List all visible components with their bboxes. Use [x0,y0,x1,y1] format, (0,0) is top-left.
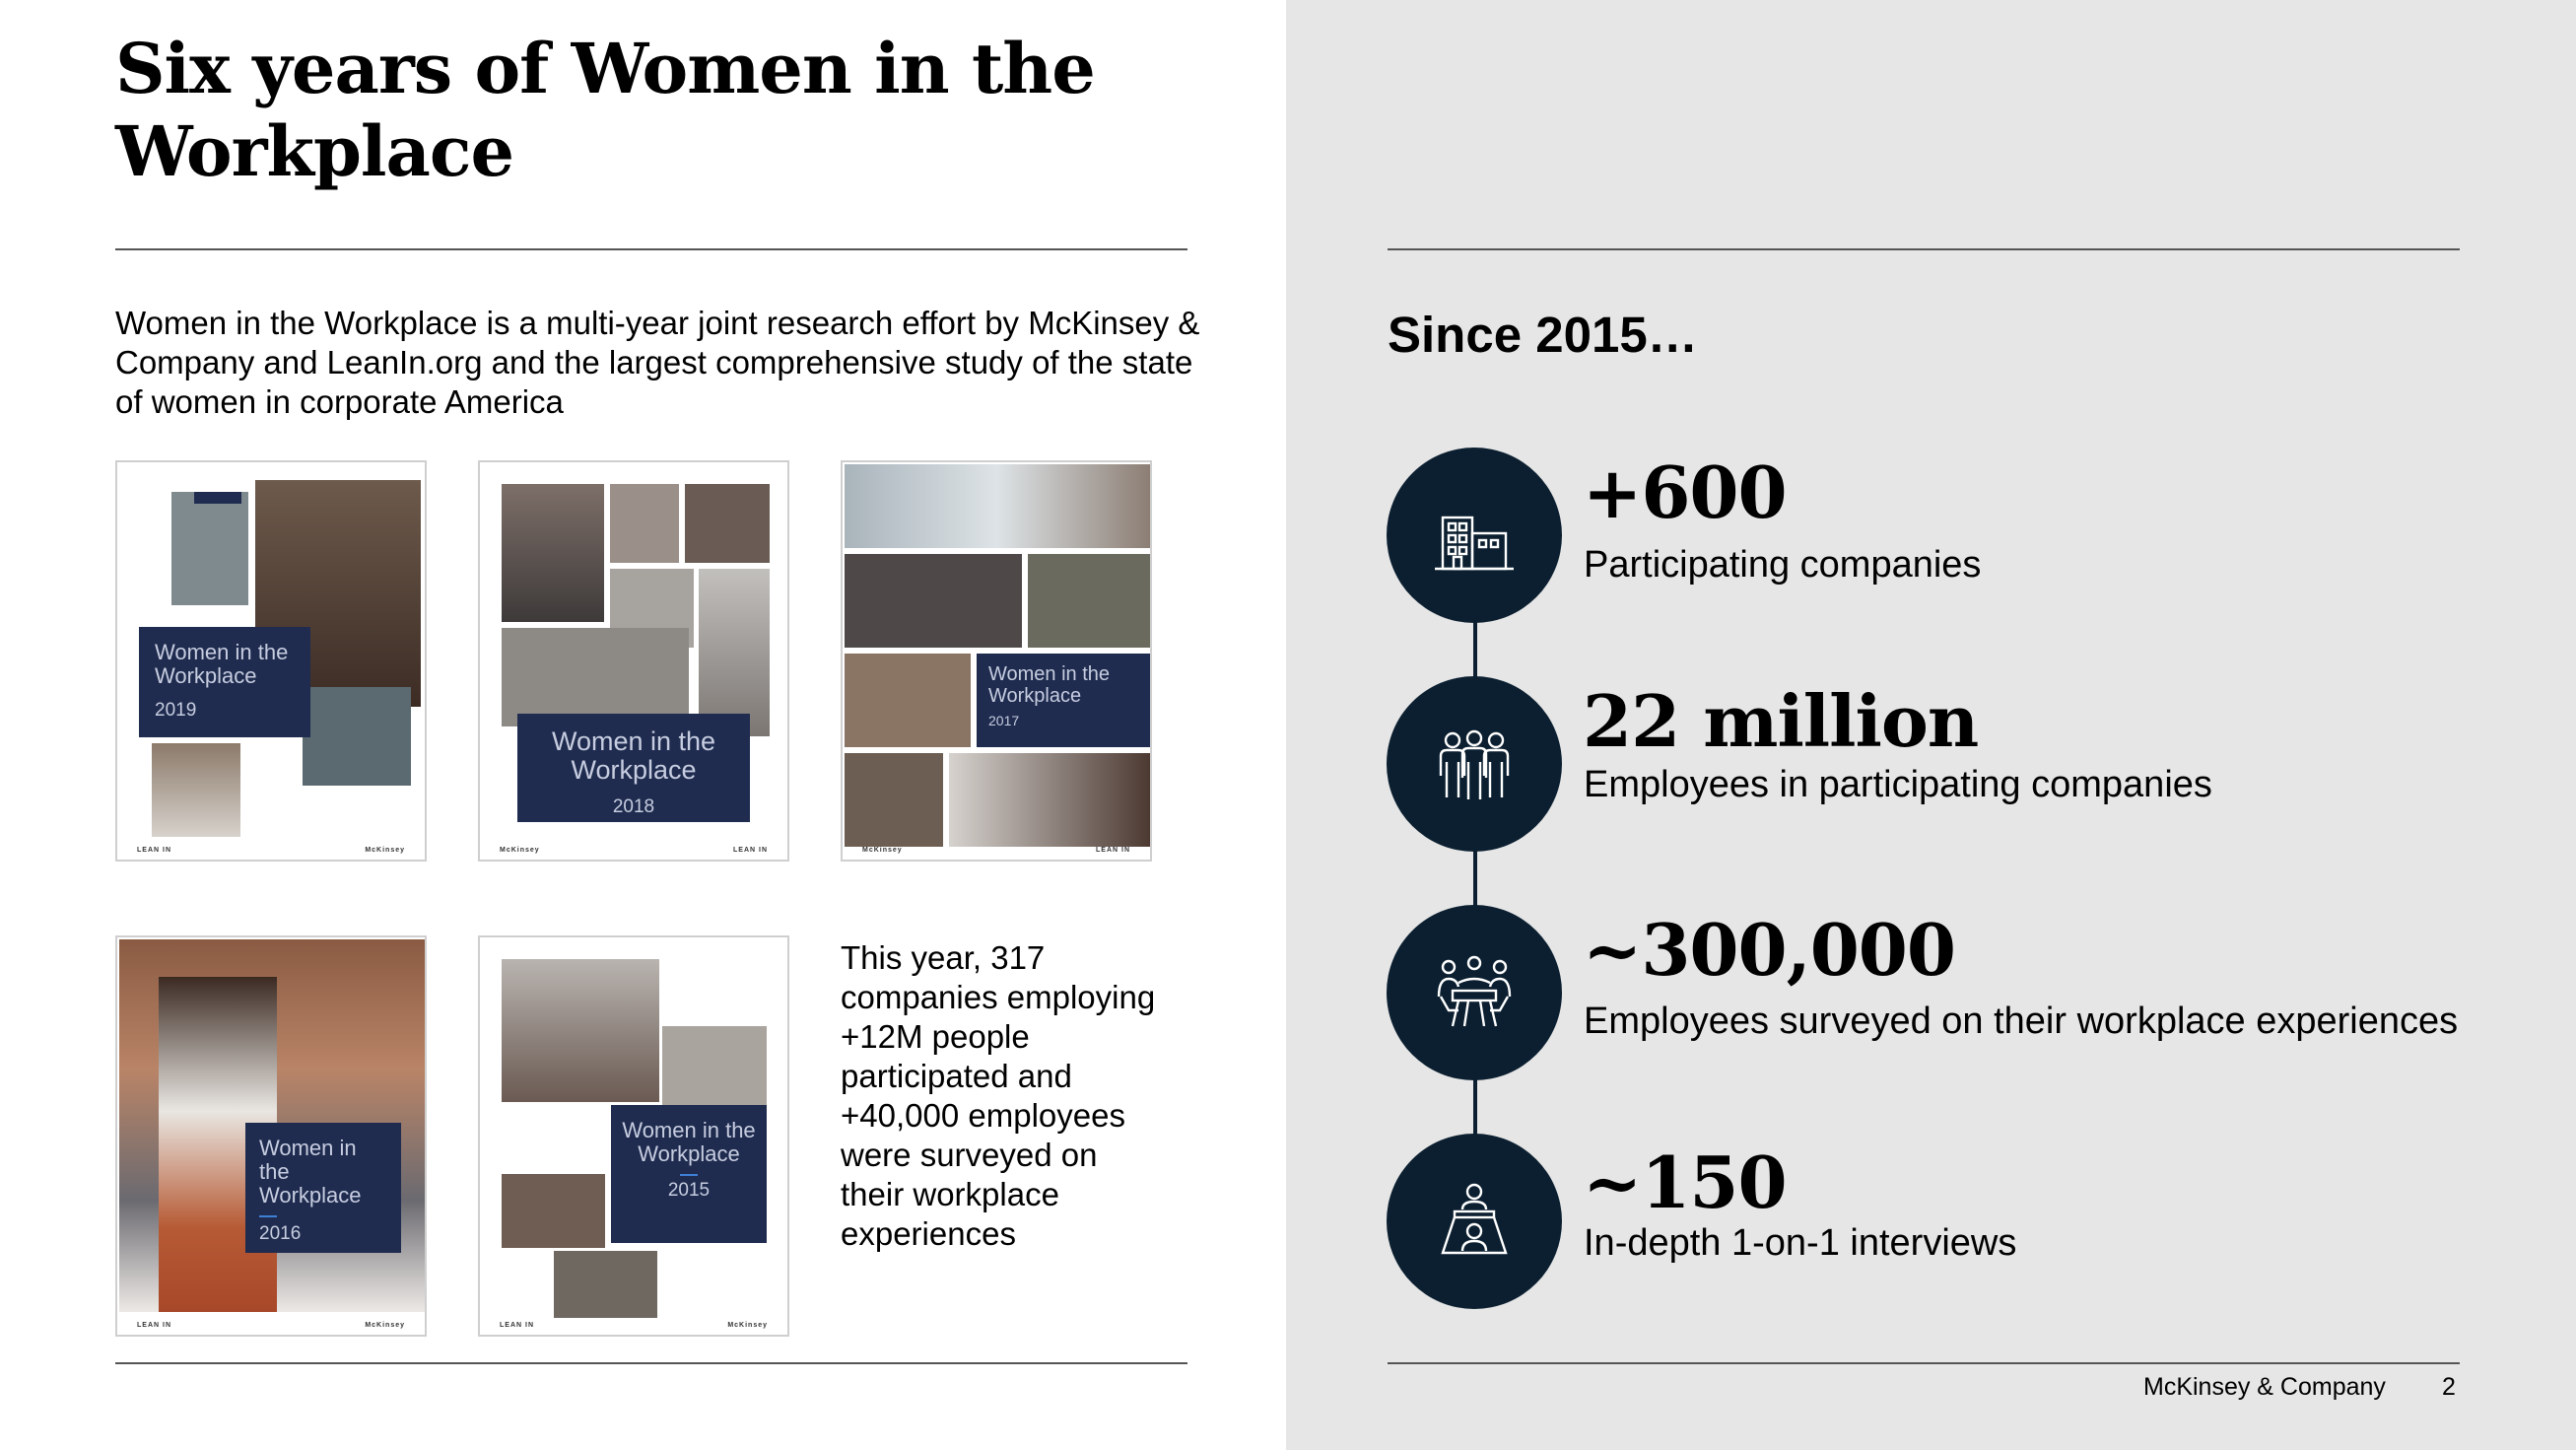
people-group-icon [1439,729,1510,799]
report-cover-2015: Women in the Workplace 2015 LEAN IN McKi… [478,935,789,1337]
report-cover-2018: Women in the Workplace 2018 McKinsey LEA… [478,460,789,862]
stat-circle-employees [1387,676,1562,852]
stat-label-surveyed: Employees surveyed on their workplace ex… [1584,1001,2459,1042]
bottom-divider-right [1388,1362,2460,1364]
right-top-divider [1388,248,2460,250]
year-summary-text: This year, 317 companies employing +12M … [841,939,1156,1252]
title-divider [115,248,1187,250]
stat-circle-interviews [1387,1134,1562,1309]
buildings-icon [1435,516,1514,571]
stat-value-companies: +600 [1583,450,1788,534]
footer-brand: McKinsey & Company [2143,1373,2386,1401]
stat-circle-surveyed [1387,905,1562,1080]
cover-title-box: Women in the Workplace 2019 [139,627,310,737]
timeline-line [1473,552,1477,1222]
report-cover-2016: Women in the Workplace 2016 LEAN IN McKi… [115,935,427,1337]
report-cover-2019: Women in the Workplace 2019 LEAN IN McKi… [115,460,427,862]
stat-value-surveyed: ~300,000 [1583,908,1956,992]
page-number: 2 [2442,1373,2456,1401]
bottom-divider-left [115,1362,1187,1364]
stat-label-interviews: In-depth 1-on-1 interviews [1584,1222,2017,1264]
cover-title-box: Women in the Workplace 2015 [611,1105,767,1243]
cover-title-box: Women in the Workplace 2016 [245,1123,401,1253]
stat-label-employees: Employees in participating companies [1584,764,2212,805]
cover-title-box: Women in the Workplace 2018 [517,714,750,822]
since-heading: Since 2015… [1388,307,1698,363]
interview-icon [1441,1183,1508,1255]
intro-text: Women in the Workplace is a multi-year j… [115,305,1200,420]
stat-value-interviews: ~150 [1583,1140,1788,1224]
report-cover-2017: Women in the Workplace 2017 McKinsey LEA… [841,460,1152,862]
page-title: Six years of Women in the Workplace [115,28,1096,192]
stat-circle-companies [1387,448,1562,623]
stat-value-employees: 22 million [1583,679,1979,763]
cover-title-box: Women in the Workplace 2017 [977,654,1150,747]
meeting-table-icon [1437,955,1512,1027]
stat-label-companies: Participating companies [1584,544,1982,586]
